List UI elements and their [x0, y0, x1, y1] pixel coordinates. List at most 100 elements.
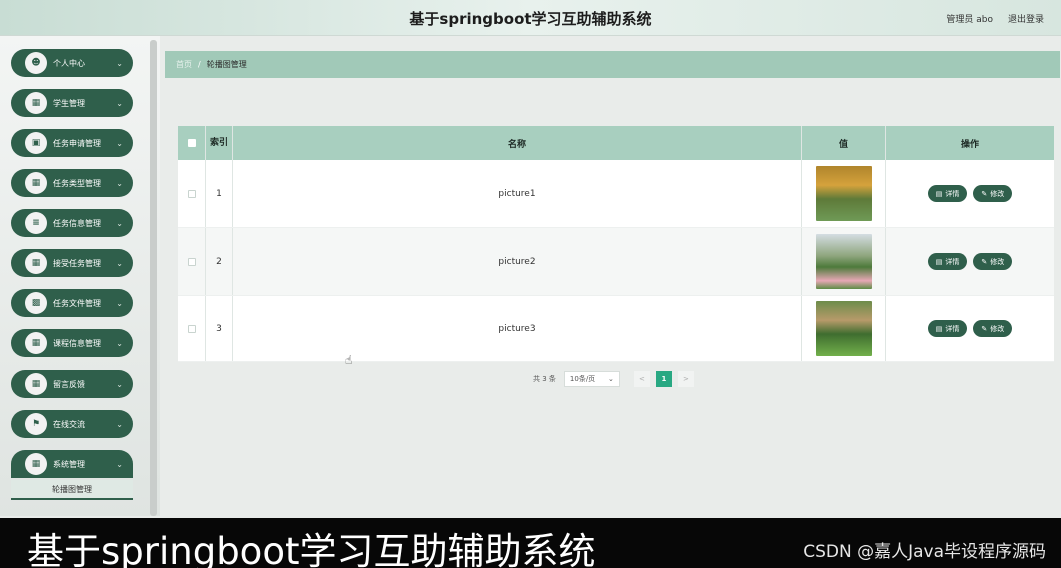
sidebar-item-label: 个人中心 [53, 58, 85, 68]
edit-button[interactable]: ✎ 修改 [973, 185, 1013, 202]
row-select[interactable] [178, 160, 206, 227]
detail-label: 详情 [945, 324, 960, 333]
sidebar-item-label: 接受任务管理 [53, 258, 101, 268]
chart-icon: ▩ [25, 292, 47, 314]
sidebar-subitem-carousel[interactable]: 轮播图管理 [11, 480, 133, 500]
grid-icon: ▦ [25, 453, 47, 475]
carousel-thumbnail[interactable] [815, 166, 872, 221]
edit-label: 修改 [990, 257, 1005, 266]
chevron-down-icon: ⌄ [116, 298, 123, 308]
sidebar-item-task-applications[interactable]: ▣ 任务申请管理 ⌄ [11, 129, 133, 157]
row-actions: ▤ 详情 ✎ 修改 [886, 160, 1054, 227]
grid-icon: ▦ [25, 252, 47, 274]
pagination-total: 共 3 条 [533, 375, 556, 383]
edit-label: 修改 [990, 324, 1005, 333]
sidebar-item-task-types[interactable]: ▦ 任务类型管理 ⌄ [11, 169, 133, 197]
row-name: picture1 [233, 160, 802, 227]
breadcrumb-home[interactable]: 首页 [176, 59, 192, 70]
page-size-select[interactable]: 10条/页 ⌄ [563, 371, 620, 387]
header-select-all[interactable] [178, 126, 206, 160]
detail-icon: ▤ [935, 257, 943, 266]
sidebar-item-label: 任务文件管理 [53, 298, 101, 308]
breadcrumb: 首页 / 轮播图管理 [165, 51, 1060, 78]
edit-label: 修改 [990, 189, 1005, 198]
detail-icon: ▤ [935, 189, 943, 198]
detail-label: 详情 [945, 257, 960, 266]
detail-button[interactable]: ▤ 详情 [927, 253, 968, 270]
csdn-watermark: CSDN @嘉人Java毕设程序源码 [803, 542, 1046, 562]
header-name: 名称 [233, 126, 802, 160]
chevron-down-icon: ⌄ [116, 58, 123, 68]
row-index: 2 [206, 228, 233, 295]
chevron-down-icon: ⌄ [116, 258, 123, 268]
page-size-value: 10条/页 [569, 375, 596, 383]
flag-icon: ⚑ [25, 413, 47, 435]
pencil-icon: ✎ [981, 189, 988, 198]
checkbox[interactable] [187, 189, 196, 198]
chevron-down-icon: ⌄ [116, 379, 123, 389]
caption-text: 基于springboot学习互助辅助系统 [27, 530, 596, 568]
chevron-down-icon: ⌄ [116, 178, 123, 188]
row-image-cell [802, 296, 886, 361]
detail-button[interactable]: ▤ 详情 [927, 320, 968, 337]
sidebar-item-chat[interactable]: ⚑ 在线交流 ⌄ [11, 410, 133, 438]
prev-page-button[interactable]: < [633, 371, 650, 387]
table-row: 3 picture3 ▤ 详情 ✎ 修改 [178, 296, 1054, 362]
checkbox[interactable] [187, 139, 196, 147]
table-row: 2 picture2 ▤ 详情 ✎ 修改 [178, 228, 1054, 296]
logout-link[interactable]: 退出登录 [1008, 12, 1044, 25]
detail-button[interactable]: ▤ 详情 [927, 185, 968, 202]
sidebar-item-task-info[interactable]: ≡ 任务信息管理 ⌄ [11, 209, 133, 237]
sidebar-item-label: 在线交流 [53, 419, 85, 429]
chevron-down-icon: ⌄ [608, 375, 614, 383]
pagination: 共 3 条 10条/页 ⌄ < 1 > [533, 371, 694, 387]
edit-button[interactable]: ✎ 修改 [973, 253, 1013, 270]
sidebar-item-feedback[interactable]: ▦ 留言反馈 ⌄ [11, 370, 133, 398]
edit-button[interactable]: ✎ 修改 [973, 320, 1013, 337]
current-user: 管理员 abo [946, 15, 993, 25]
sidebar-item-label: 课程信息管理 [53, 338, 101, 348]
hand-cursor-icon: ☝ [345, 353, 353, 367]
chevron-down-icon: ⌄ [116, 138, 123, 148]
row-select[interactable] [178, 296, 206, 361]
sidebar-item-label: 留言反馈 [53, 379, 85, 389]
chevron-down-icon: ⌄ [116, 419, 123, 429]
sidebar-item-students[interactable]: ▦ 学生管理 ⌄ [11, 89, 133, 117]
sidebar-item-personal-center[interactable]: ☻ 个人中心 ⌄ [11, 49, 133, 77]
sidebar-item-task-files[interactable]: ▩ 任务文件管理 ⌄ [11, 289, 133, 317]
sidebar-scrollbar[interactable] [150, 40, 157, 516]
row-actions: ▤ 详情 ✎ 修改 [886, 296, 1054, 361]
checkbox[interactable] [187, 257, 196, 266]
page-number-button[interactable]: 1 [655, 371, 672, 387]
sidebar-item-courses[interactable]: ▦ 课程信息管理 ⌄ [11, 329, 133, 357]
list-icon: ≡ [25, 212, 47, 234]
carousel-thumbnail[interactable] [815, 234, 872, 289]
table-row: 1 picture1 ▤ 详情 ✎ 修改 [178, 160, 1054, 228]
carousel-thumbnail[interactable] [815, 301, 872, 356]
pencil-icon: ✎ [981, 257, 988, 266]
row-name: picture2 [233, 228, 802, 295]
sidebar-item-label: 任务信息管理 [53, 218, 101, 228]
video-caption-bar: 基于springboot学习互助辅助系统 CSDN @嘉人Java毕设程序源码 [0, 518, 1061, 568]
grid-icon: ▦ [25, 373, 47, 395]
sidebar-item-system[interactable]: ▦ 系统管理 ⌄ [11, 450, 133, 478]
grid-icon: ▦ [25, 172, 47, 194]
grid-icon: ▦ [25, 332, 47, 354]
carousel-table: 索引 名称 值 操作 1 picture1 ▤ 详情 ✎ 修改 2 picture2… [178, 126, 1054, 362]
row-index: 3 [206, 296, 233, 361]
sidebar-item-label: 任务类型管理 [53, 178, 101, 188]
sidebar-item-accepted-tasks[interactable]: ▦ 接受任务管理 ⌄ [11, 249, 133, 277]
checkbox[interactable] [187, 324, 196, 333]
app-title: 基于springboot学习互助辅助系统 [409, 10, 652, 28]
chevron-down-icon: ⌄ [116, 459, 123, 469]
table-header: 索引 名称 值 操作 [178, 126, 1054, 160]
user-icon: ☻ [25, 52, 47, 74]
row-index: 1 [206, 160, 233, 227]
top-bar: 基于springboot学习互助辅助系统 管理员 abo 退出登录 [0, 0, 1061, 36]
row-select[interactable] [178, 228, 206, 295]
detail-icon: ▤ [935, 324, 943, 333]
header-actions: 操作 [960, 139, 979, 150]
next-page-button[interactable]: > [677, 371, 694, 387]
header-index: 索引 [206, 126, 233, 160]
chevron-down-icon: ⌄ [116, 218, 123, 228]
